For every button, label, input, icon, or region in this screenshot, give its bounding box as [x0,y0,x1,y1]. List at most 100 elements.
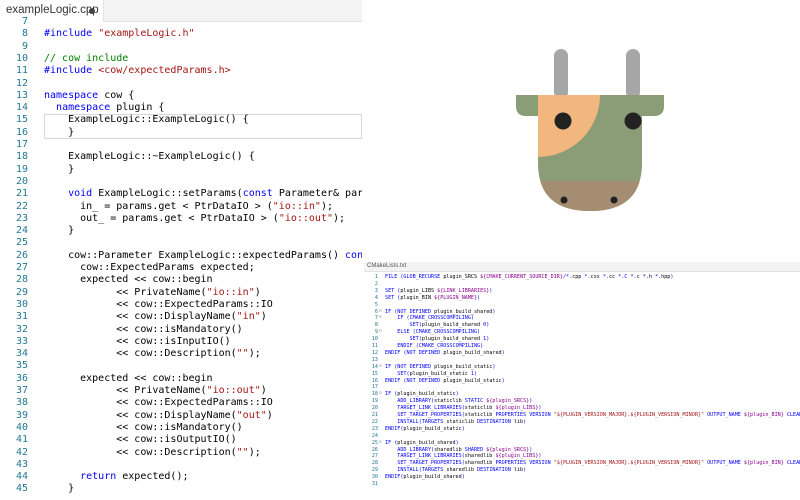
line-text[interactable]: TARGET_LINK_LIBRARIES(staticlib ${plugin… [385,405,541,412]
cmake-line[interactable]: 30 ENDIF(plugin_build_shared) [364,474,800,481]
fold-toggle-icon[interactable]: ⊟ [379,309,382,316]
line-text[interactable]: INSTALL(TARGETS sharedlib DESTINATION li… [385,467,526,474]
line-text[interactable]: SET (plugin_BIN ${PLUGIN_NAME}) [385,295,480,302]
cmake-line[interactable]: 3 SET (plugin_LIBS ${LINK_LIBRARIES}) [364,288,800,295]
line-text[interactable]: in_ = params.get < PtrDataIO > ("io::in"… [44,201,333,213]
line-text[interactable]: SET_TARGET_PROPERTIES(sharedlib PROPERTI… [385,460,800,467]
line-text[interactable]: IF (CMAKE_CROSSCOMPILING) [385,315,474,322]
code-line[interactable]: 35 [0,360,362,372]
line-text[interactable]: ADD_LIBRARY(sharedlib SHARED ${plugin_SR… [385,447,532,454]
code-line[interactable]: 11 #include <cow/expectedParams.h> [0,65,362,77]
line-text[interactable]: << cow::DisplayName("out") [44,410,273,422]
code-line[interactable]: 39 << cow::DisplayName("out") [0,410,362,422]
line-text[interactable]: TARGET_LINK_LIBRARIES(sharedlib ${plugin… [385,453,541,460]
line-text[interactable]: IF (NOT DEFINED plugin_build_shared) [385,309,495,316]
line-text[interactable]: << cow::isOutputIO() [44,434,236,446]
cmake-line[interactable]: 5 [364,302,800,309]
line-text[interactable]: namespace cow { [44,90,134,102]
code-line[interactable]: 20 [0,176,362,188]
cmake-line[interactable]: 11 ENDIF (CMAKE_CROSSCOMPILING) [364,343,800,350]
fold-toggle-icon[interactable]: ⊟ [379,315,382,322]
code-line[interactable]: 37 << PrivateName("io::out") [0,385,362,397]
code-line[interactable]: 25 [0,237,362,249]
code-line[interactable]: 41 << cow::isOutputIO() [0,434,362,446]
cmake-line[interactable]: 18 ⊟ IF (plugin_build_static) [364,391,800,398]
code-line[interactable]: 42 << cow::Description(""); [0,447,362,459]
line-text[interactable]: // cow include [44,53,128,65]
code-line[interactable]: 38 << cow::ExpectedParams::IO [0,397,362,409]
line-text[interactable]: out_ = params.get < PtrDataIO > ("io::ou… [44,213,345,225]
code-line[interactable]: 8 #include "exampleLogic.h" [0,28,362,40]
line-text[interactable]: ENDIF (NOT DEFINED plugin_build_static) [385,378,505,385]
line-text[interactable]: } [44,225,74,237]
cmake-line[interactable]: 31 [364,481,800,488]
line-text[interactable]: << cow::ExpectedParams::IO [44,299,273,311]
code-line[interactable]: 27 cow::ExpectedParams expected; [0,262,362,274]
fold-toggle-icon[interactable]: ⊟ [379,364,382,371]
line-text[interactable]: cow::Parameter ExampleLogic::expectedPar… [44,250,362,262]
line-text[interactable]: return expected(); [44,471,188,483]
code-line[interactable]: 40 << cow::isMandatory() [0,422,362,434]
code-line[interactable]: 43 [0,459,362,471]
code-line[interactable]: 19 } [0,164,362,176]
code-line[interactable]: 16 } [0,126,362,139]
code-line[interactable]: 21 void ExampleLogic::setParams(const Pa… [0,188,362,200]
code-line[interactable]: 13 namespace cow { [0,90,362,102]
line-text[interactable]: cow::ExpectedParams expected; [44,262,255,274]
line-text[interactable]: << cow::isMandatory() [44,422,242,434]
code-line[interactable]: 12 [0,78,362,90]
line-text[interactable]: << PrivateName("io::in") [44,287,261,299]
line-text[interactable]: SET (plugin_LIBS ${LINK_LIBRARIES}) [385,288,492,295]
cmake-line[interactable]: 19 ADD_LIBRARY(staticlib STATIC ${plugin… [364,398,800,405]
line-text[interactable]: ENDIF (CMAKE_CROSSCOMPILING) [385,343,483,350]
line-text[interactable]: SET(plugin_build_static 1) [385,371,477,378]
code-line[interactable]: 44 return expected(); [0,471,362,483]
cmake-line[interactable]: 17 [364,384,800,391]
line-text[interactable]: SET_TARGET_PROPERTIES(staticlib PROPERTI… [385,412,800,419]
line-text[interactable]: << cow::ExpectedParams::IO [44,397,273,409]
fold-toggle-icon[interactable]: ⊟ [379,391,382,398]
cmake-line[interactable]: 15 SET(plugin_build_static 1) [364,371,800,378]
cmake-line[interactable]: 10 SET(plugin_build_shared 1) [364,336,800,343]
line-text[interactable]: << PrivateName("io::out") [44,385,267,397]
line-text[interactable]: FILE (GLOB_RECURSE plugin_SRCS ${CMAKE_C… [385,274,673,281]
code-line[interactable]: 28 expected << cow::begin [0,274,362,286]
line-text[interactable]: ADD_LIBRARY(staticlib STATIC ${plugin_SR… [385,398,532,405]
line-text[interactable]: ELSE (CMAKE_CROSSCOMPILING) [385,329,480,336]
cmake-line[interactable]: 14 ⊟ IF (NOT DEFINED plugin_build_static) [364,364,800,371]
line-text[interactable]: ENDIF (NOT DEFINED plugin_build_shared) [385,350,505,357]
code-line[interactable]: 9 [0,41,362,53]
code-line[interactable]: 14 namespace plugin { [0,102,362,114]
code-line[interactable]: 18 ExampleLogic::~ExampleLogic() { [0,151,362,163]
cmake-line[interactable]: 1 FILE (GLOB_RECURSE plugin_SRCS ${CMAKE_… [364,274,800,281]
line-text[interactable]: void ExampleLogic::setParams(const Param… [44,188,362,200]
cmake-line[interactable]: 7 ⊟ IF (CMAKE_CROSSCOMPILING) [364,315,800,322]
line-text[interactable]: SET(plugin_build_shared 1) [385,336,490,343]
line-text[interactable]: } [44,127,74,139]
line-text[interactable]: INSTALL(TARGETS staticlib DESTINATION li… [385,419,526,426]
code-line[interactable]: 22 in_ = params.get < PtrDataIO > ("io::… [0,201,362,213]
line-text[interactable]: ENDIF(plugin_build_static) [385,426,465,433]
line-text[interactable]: << cow::isMandatory() [44,324,242,336]
line-text[interactable]: } [44,164,74,176]
cmake-line[interactable]: 6 ⊟ IF (NOT DEFINED plugin_build_shared) [364,309,800,316]
code-line[interactable]: 26 cow::Parameter ExampleLogic::expected… [0,250,362,262]
code-line[interactable]: 33 << cow::isInputIO() [0,336,362,348]
cmake-line[interactable]: 4 SET (plugin_BIN ${PLUGIN_NAME}) [364,295,800,302]
line-text[interactable]: ExampleLogic::~ExampleLogic() { [44,151,255,163]
unsaved-dot-icon[interactable] [89,8,95,14]
cmake-line[interactable]: 16 ENDIF (NOT DEFINED plugin_build_static… [364,378,800,385]
cmake-line[interactable]: 26 ADD_LIBRARY(sharedlib SHARED ${plugin… [364,447,800,454]
cmake-line[interactable]: 27 TARGET_LINK_LIBRARIES(sharedlib ${plu… [364,453,800,460]
line-text[interactable]: } [44,483,74,495]
code-line[interactable]: 29 << PrivateName("io::in") [0,287,362,299]
cmake-line[interactable]: 29 INSTALL(TARGETS sharedlib DESTINATION… [364,467,800,474]
code-line[interactable]: 24 } [0,225,362,237]
code-line[interactable]: 31 << cow::DisplayName("in") [0,311,362,323]
cmake-line[interactable]: 9 ⊟ ELSE (CMAKE_CROSSCOMPILING) [364,329,800,336]
code-editor[interactable]: exampleLogic.cpp 7 8 #include "exampleLogi… [0,0,362,500]
line-text[interactable]: SET(plugin_build_shared 0) [385,322,490,329]
cmake-editor[interactable]: CMakeLists.txt 1 FILE (GLOB_RECURSE plugi… [364,262,800,500]
fold-toggle-icon[interactable]: ⊟ [379,329,382,336]
cmake-line[interactable]: 21 SET_TARGET_PROPERTIES(staticlib PROPE… [364,412,800,419]
